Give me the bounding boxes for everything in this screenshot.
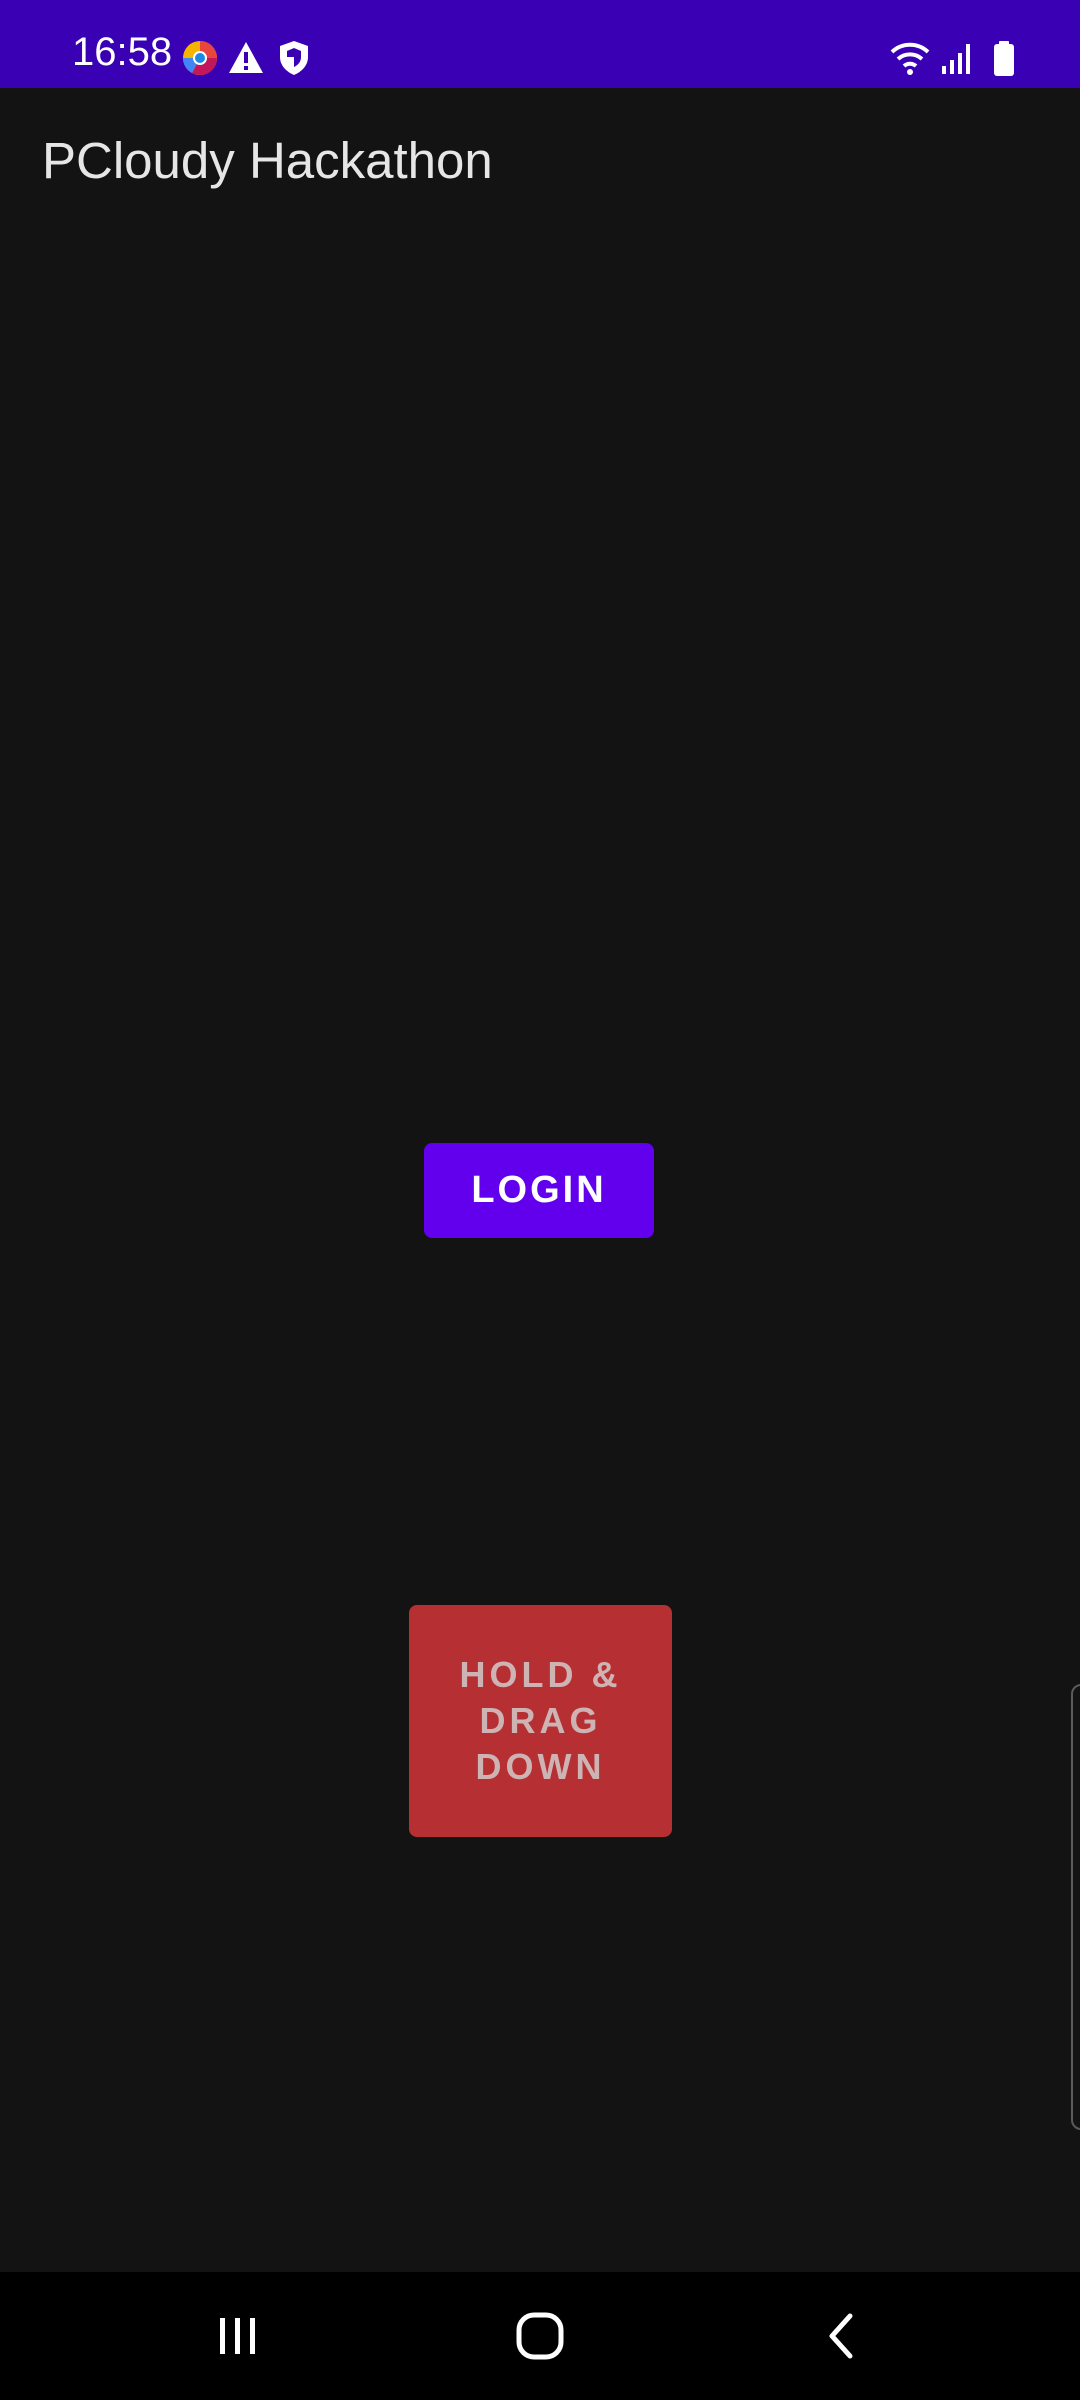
browser-app-icon: [180, 38, 220, 78]
recent-apps-icon: [220, 2318, 255, 2354]
status-time: 16:58: [72, 30, 173, 74]
drag-box-line-1: HOLD &: [459, 1654, 622, 1695]
drag-box-line-2: DRAG: [479, 1700, 602, 1741]
login-button[interactable]: LOGIN: [424, 1143, 654, 1238]
wifi-icon: [890, 38, 930, 78]
back-button[interactable]: [802, 2296, 882, 2376]
status-bar: 16:58: [0, 0, 1080, 88]
home-button[interactable]: [500, 2296, 580, 2376]
signal-icon: [938, 38, 978, 78]
back-icon: [829, 2313, 853, 2359]
nav-bar: [0, 2272, 1080, 2400]
home-icon: [516, 2312, 564, 2360]
shield-icon: [274, 38, 314, 78]
app-title: PCloudy Hackathon: [42, 132, 493, 189]
battery-icon: [984, 38, 1024, 78]
screen: 16:58 PCloudy Hackathon LOGIN HOLD & DRA…: [0, 0, 1080, 2400]
edge-panel-handle[interactable]: [1071, 1684, 1080, 2130]
warning-icon: [226, 38, 266, 78]
recent-apps-button[interactable]: [198, 2296, 278, 2376]
drag-box-line-3: DOWN: [475, 1746, 606, 1787]
hold-drag-box[interactable]: HOLD & DRAG DOWN: [409, 1605, 672, 1837]
